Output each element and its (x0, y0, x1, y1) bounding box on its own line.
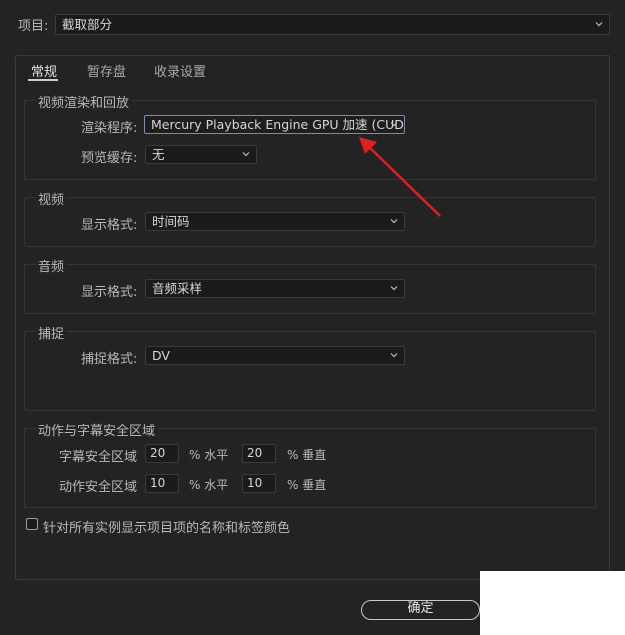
capture-group (24, 331, 596, 411)
chevron-down-icon (595, 22, 603, 27)
audio-display-format-label: 显示格式: (81, 285, 138, 300)
title-safe-vertical-input[interactable]: 20 (242, 444, 276, 463)
show-labels-checkbox[interactable] (26, 518, 38, 530)
chevron-down-icon (242, 152, 250, 157)
chevron-down-icon (390, 353, 398, 358)
render-playback-group (24, 100, 596, 180)
tab-ingest-settings[interactable]: 收录设置 (154, 61, 206, 80)
action-safe-vertical-unit: % 垂直 (287, 478, 327, 492)
renderer-value: Mercury Playback Engine GPU 加速 (CUDA) (151, 117, 405, 132)
annotation-arrow (359, 137, 441, 217)
video-title: 视频 (36, 189, 67, 208)
safe-areas-group (24, 428, 596, 508)
title-safe-vertical-unit: % 垂直 (287, 448, 327, 462)
project-label: 项目: (18, 19, 49, 34)
audio-title: 音频 (36, 256, 67, 275)
show-labels-checkbox-label: 针对所有实例显示项目项的名称和标签颜色 (43, 521, 291, 536)
video-display-format-label: 显示格式: (81, 218, 138, 233)
capture-format-dropdown[interactable]: DV (145, 346, 405, 365)
title-safe-horizontal-unit: % 水平 (189, 448, 229, 462)
tab-general[interactable]: 常规 (31, 61, 57, 80)
title-safe-label: 字幕安全区域 (59, 450, 138, 465)
audio-display-format-dropdown[interactable]: 音频采样 (145, 279, 405, 298)
active-tab-underline (28, 79, 58, 81)
cropped-area (480, 571, 625, 635)
capture-format-value: DV (152, 348, 170, 363)
tab-scratch-disks[interactable]: 暂存盘 (87, 61, 126, 80)
preview-cache-dropdown[interactable]: 无 (145, 145, 257, 164)
ok-button[interactable]: 确定 (361, 600, 480, 620)
renderer-label: 渲染程序: (81, 121, 138, 136)
safe-areas-title: 动作与字幕安全区域 (36, 420, 158, 439)
chevron-down-icon (390, 122, 398, 127)
project-dropdown[interactable]: 截取部分 (55, 14, 610, 35)
preview-cache-value: 无 (152, 147, 165, 162)
chevron-down-icon (390, 286, 398, 291)
action-safe-label: 动作安全区域 (59, 480, 138, 495)
title-safe-horizontal-input[interactable]: 20 (145, 444, 179, 463)
action-safe-horizontal-unit: % 水平 (189, 478, 229, 492)
action-safe-vertical-input[interactable]: 10 (242, 474, 276, 493)
capture-title: 捕捉 (36, 323, 67, 342)
audio-display-format-value: 音频采样 (152, 281, 203, 296)
project-value: 截取部分 (62, 17, 113, 32)
capture-format-label: 捕捉格式: (81, 352, 138, 367)
render-playback-title: 视频渲染和回放 (36, 92, 132, 111)
video-display-format-value: 时间码 (152, 214, 190, 229)
preview-cache-label: 预览缓存: (81, 151, 138, 166)
action-safe-horizontal-input[interactable]: 10 (145, 474, 179, 493)
